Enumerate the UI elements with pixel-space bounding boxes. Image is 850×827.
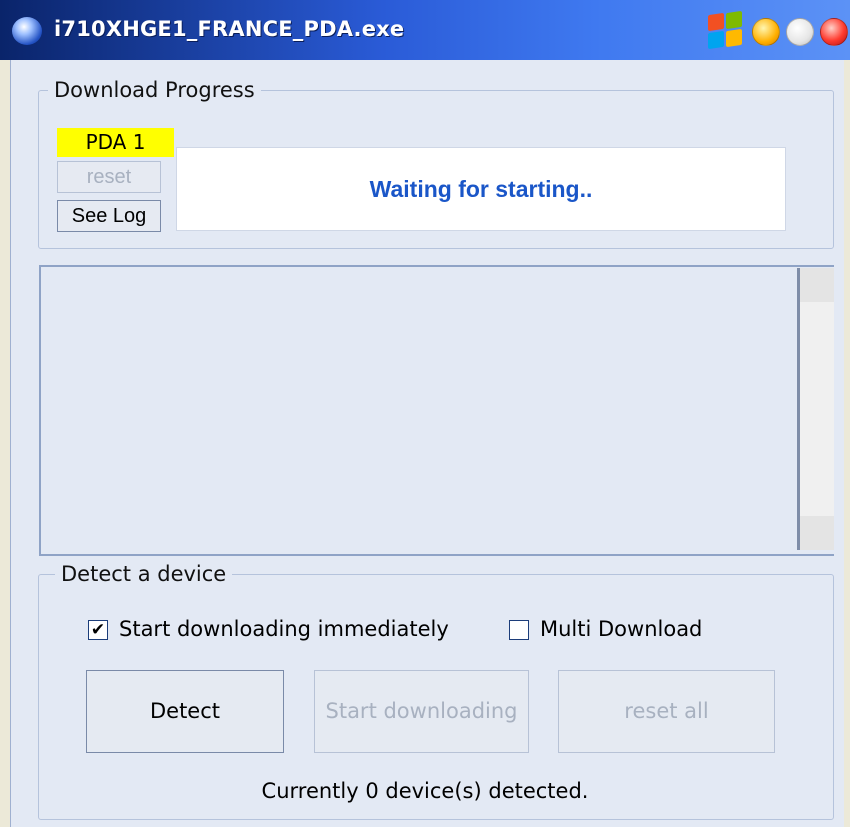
download-progress-label: Download Progress xyxy=(48,78,261,102)
windows-logo-icon xyxy=(706,10,744,50)
start-immediately-checkbox[interactable]: ✔ xyxy=(88,620,108,640)
multi-download-label[interactable]: Multi Download xyxy=(540,617,702,641)
see-log-button[interactable]: See Log xyxy=(57,200,161,232)
minimize-icon[interactable] xyxy=(752,18,780,46)
window-title: i710XHGE1_FRANCE_PDA.exe xyxy=(54,17,405,41)
reset-button[interactable]: reset xyxy=(57,161,161,193)
detect-device-label: Detect a device xyxy=(55,562,233,586)
maximize-icon[interactable] xyxy=(786,18,814,46)
log-scrollbar[interactable] xyxy=(797,268,834,550)
close-icon[interactable] xyxy=(820,18,848,46)
pda-label: PDA 1 xyxy=(57,128,174,157)
status-display: Waiting for starting.. xyxy=(176,147,786,231)
title-bar[interactable]: i710XHGE1_FRANCE_PDA.exe xyxy=(0,0,850,60)
detect-button[interactable]: Detect xyxy=(86,670,284,753)
scroll-down-arrow-icon[interactable] xyxy=(800,516,834,550)
start-downloading-button[interactable]: Start downloading xyxy=(314,670,529,753)
check-icon: ✔ xyxy=(90,620,106,640)
start-immediately-label[interactable]: Start downloading immediately xyxy=(119,617,449,641)
reset-all-button[interactable]: reset all xyxy=(558,670,775,753)
globe-app-icon xyxy=(12,17,42,45)
status-text: Waiting for starting.. xyxy=(369,176,593,202)
scroll-up-arrow-icon[interactable] xyxy=(800,268,834,302)
log-area[interactable] xyxy=(39,265,834,556)
app-window: i710XHGE1_FRANCE_PDA.exe Download Progre… xyxy=(0,0,850,827)
multi-download-checkbox[interactable] xyxy=(509,620,529,640)
device-count-status: Currently 0 device(s) detected. xyxy=(261,779,589,803)
